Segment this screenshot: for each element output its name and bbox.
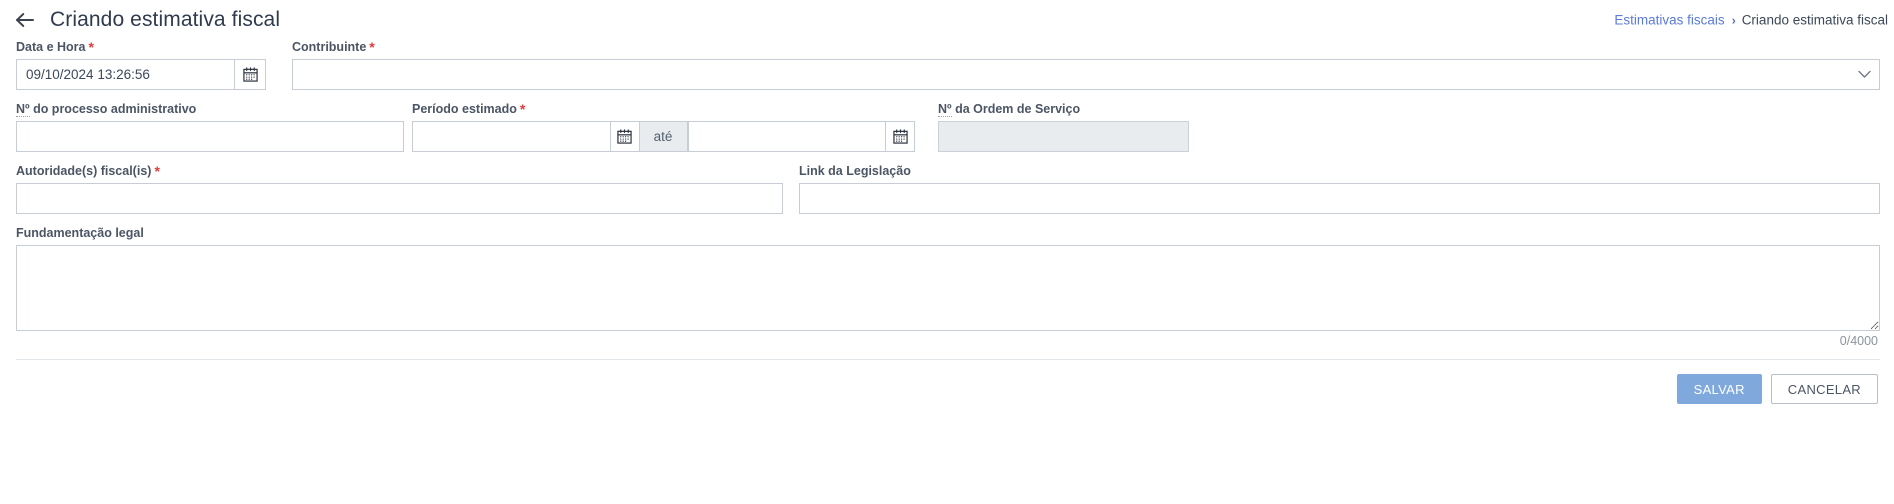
- label-periodo-text: Período estimado: [412, 102, 517, 116]
- field-ordem-servico: Nº da Ordem de Serviço: [938, 102, 1189, 152]
- fundamentacao-legal-textarea[interactable]: [16, 245, 1880, 331]
- fundamentacao-char-counter: 0/4000: [1839, 334, 1878, 348]
- control-link-legislacao: [799, 183, 1880, 214]
- breadcrumb-separator-icon: ›: [1731, 13, 1736, 27]
- ordem-servico-input: [938, 121, 1189, 152]
- control-autoridade-fiscal: [16, 183, 783, 214]
- field-processo-administrativo: Nº do processo administrativo: [16, 102, 404, 152]
- label-processo-rest: do processo administrativo: [29, 102, 197, 116]
- required-marker-data-hora: *: [88, 39, 94, 55]
- periodo-separator-label: até: [639, 121, 688, 152]
- field-periodo-estimado: Período estimado * até: [412, 102, 915, 152]
- label-data-hora: Data e Hora *: [16, 40, 266, 55]
- label-contribuinte-text: Contribuinte: [292, 40, 367, 54]
- control-data-hora: [16, 59, 266, 90]
- control-fundamentacao-legal: [16, 245, 1880, 331]
- data-hora-input[interactable]: [16, 59, 235, 90]
- control-ordem-servico: [938, 121, 1189, 152]
- label-periodo-estimado: Período estimado *: [412, 102, 915, 117]
- breadcrumb-link-estimativas-fiscais[interactable]: Estimativas fiscais: [1614, 13, 1724, 28]
- estimativa-fiscal-form: Data e Hora* Contribuinte*: [0, 40, 1894, 348]
- control-processo-administrativo: [16, 121, 404, 152]
- link-legislacao-input[interactable]: [799, 183, 1880, 214]
- label-processo-administrativo: Nº do processo administrativo: [16, 102, 404, 117]
- page-title: Criando estimativa fiscal: [50, 8, 281, 31]
- label-processo-abbr: Nº: [16, 102, 30, 117]
- periodo-inicio-input[interactable]: [412, 121, 611, 152]
- label-fundamentacao-legal: Fundamentação legal: [16, 226, 144, 240]
- page-header: Criando estimativa fiscal Estimativas fi…: [0, 0, 1894, 40]
- form-row-1: Data e Hora* Contribuinte*: [16, 40, 1880, 90]
- required-marker-autoridade: *: [154, 163, 160, 179]
- label-contribuinte: Contribuinte *: [292, 40, 1880, 55]
- label-ordem-abbr: Nº: [938, 102, 952, 117]
- label-ordem-rest: da Ordem de Serviço: [951, 102, 1081, 116]
- periodo-fim-input[interactable]: [687, 121, 887, 152]
- form-row-3: Autoridade(s) fiscal(is) * Link da Legisl…: [16, 164, 1880, 214]
- required-marker-contribuinte: *: [369, 39, 375, 55]
- autoridade-fiscal-input[interactable]: [16, 183, 783, 214]
- control-periodo-estimado: até: [412, 121, 915, 152]
- label-autoridade-fiscal: Autoridade(s) fiscal(is) *: [16, 164, 783, 179]
- label-ordem-servico: Nº da Ordem de Serviço: [938, 102, 1189, 117]
- field-autoridade-fiscal: Autoridade(s) fiscal(is) *: [16, 164, 783, 214]
- save-button[interactable]: SALVAR: [1676, 374, 1762, 404]
- footer-actions: SALVAR CANCELAR: [0, 360, 1894, 404]
- contribuinte-select[interactable]: [292, 59, 1880, 90]
- field-link-legislacao: Link da Legislação: [799, 164, 1880, 214]
- field-data-hora: Data e Hora *: [16, 40, 266, 90]
- required-marker-periodo: *: [519, 101, 526, 117]
- cancel-button[interactable]: CANCELAR: [1770, 374, 1878, 404]
- label-link-legislacao: Link da Legislação: [799, 164, 911, 178]
- label-autoridade-text: Autoridade(s) fiscal(is): [16, 164, 152, 178]
- control-contribuinte: [292, 59, 1880, 90]
- back-arrow-icon[interactable]: [10, 5, 40, 35]
- data-hora-calendar-button[interactable]: [235, 59, 266, 90]
- periodo-inicio-calendar-button[interactable]: [610, 121, 640, 152]
- processo-administrativo-input[interactable]: [16, 121, 404, 152]
- form-row-2: Nº do processo administrativo Período es…: [16, 102, 1880, 152]
- periodo-fim-calendar-button[interactable]: [886, 121, 915, 152]
- breadcrumb: Estimativas fiscais › Criando estimativa…: [1614, 13, 1888, 28]
- field-contribuinte: Contribuinte *: [292, 40, 1880, 90]
- breadcrumb-current: Criando estimativa fiscal: [1741, 12, 1888, 28]
- label-data-hora-text: Data e Hora: [16, 40, 86, 54]
- field-fundamentacao-legal: Fundamentação legal 0/4000: [16, 226, 1880, 348]
